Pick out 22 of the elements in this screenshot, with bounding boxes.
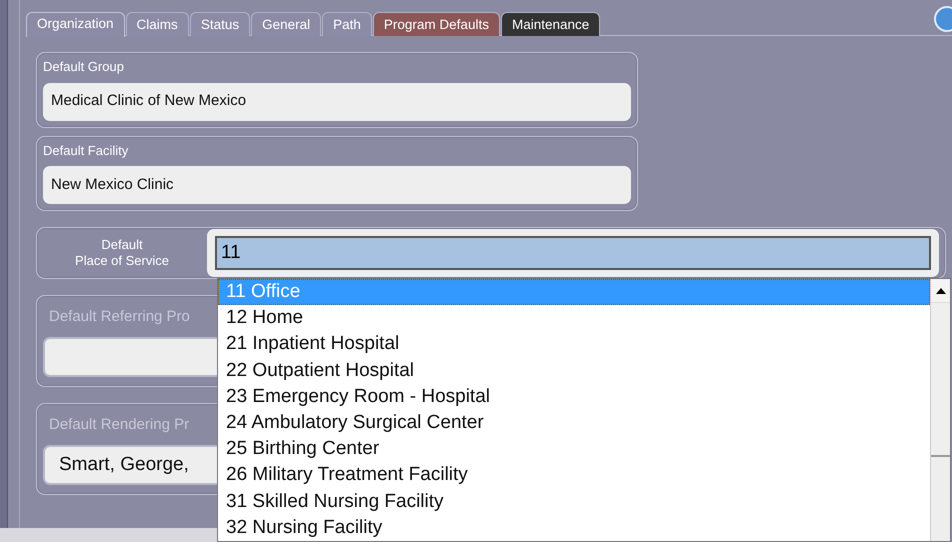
place-of-service-input[interactable]: 11	[215, 236, 931, 270]
dropdown-option[interactable]: 26 Military Treatment Facility	[218, 462, 930, 488]
dropdown-option[interactable]: 25 Birthing Center	[218, 436, 930, 462]
scrollbar[interactable]	[930, 279, 950, 541]
group-label: Default Group	[42, 58, 125, 76]
rendering-label: Default Rendering Pr	[48, 415, 190, 435]
referring-label: Default Referring Pro	[48, 307, 190, 327]
dropdown-option[interactable]: 24 Ambulatory Surgical Center	[218, 410, 930, 436]
dropdown-option[interactable]: 22 Outpatient Hospital	[218, 358, 930, 384]
tab[interactable]: Program Defaults	[372, 12, 500, 36]
dropdown-option[interactable]: 23 Emergency Room - Hospital	[218, 384, 930, 410]
tab[interactable]: Maintenance	[500, 12, 600, 36]
dropdown-option[interactable]: 32 Nursing Facility	[218, 514, 930, 541]
group-field[interactable]: Medical Clinic of New Mexico	[43, 82, 631, 120]
scroll-up-icon[interactable]	[936, 288, 946, 294]
facility-field[interactable]: New Mexico Clinic	[43, 166, 631, 204]
dropdown-option[interactable]: 21 Inpatient Hospital	[218, 331, 930, 358]
place-of-service-label: Default Place of Service	[74, 237, 170, 269]
facility-label: Default Facility	[42, 142, 130, 160]
place-of-service-field[interactable]: 11	[207, 229, 939, 277]
dropdown-option[interactable]: 12 Home	[218, 305, 930, 332]
dropdown-option[interactable]: 31 Skilled Nursing Facility	[218, 488, 930, 515]
